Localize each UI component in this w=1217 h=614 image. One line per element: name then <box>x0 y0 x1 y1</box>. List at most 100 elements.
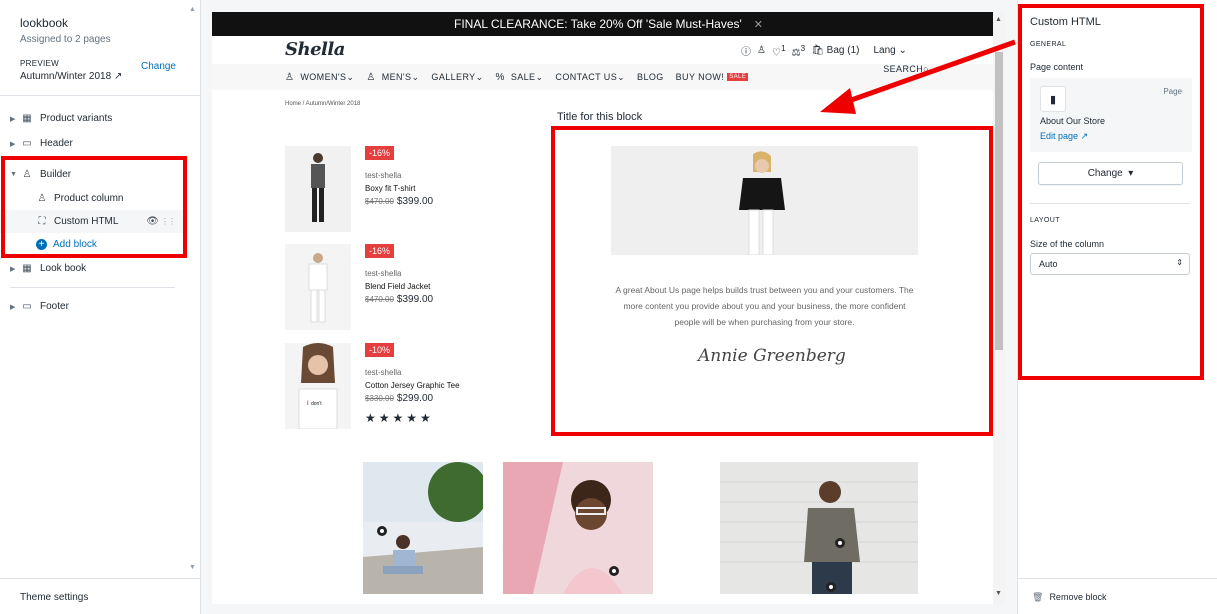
lookbook-image[interactable] <box>363 462 483 594</box>
sidebar-item-label: Look book <box>40 263 87 274</box>
sale-badge: SALE <box>727 73 749 81</box>
product-price: $470.00 $399.00 <box>365 196 433 207</box>
account-icon[interactable]: ♙ <box>757 45 766 56</box>
sidebar-item-label: Product variants <box>40 113 113 124</box>
product-card[interactable]: -16% test-shella Boxy fit T-shirt $470.0… <box>285 146 515 232</box>
lookbook-image[interactable] <box>720 462 918 594</box>
divider <box>10 287 175 288</box>
product-image[interactable] <box>285 146 351 232</box>
remove-block-button[interactable]: 🗑 Remove block <box>1018 578 1217 614</box>
sidebar-scrollbar[interactable]: ▲ ▼ <box>185 0 201 578</box>
caret-right-icon[interactable]: ▶ <box>10 115 18 123</box>
nav-buy-now[interactable]: BUY NOW! SALE <box>676 72 749 82</box>
highlight-builder-box <box>1 156 187 258</box>
trash-icon: 🗑 <box>1032 592 1044 602</box>
sidebar-item-label: Footer <box>40 301 69 312</box>
rating-stars: ★★★★★ <box>365 411 434 425</box>
sidebar-item-header[interactable]: ▶ ▭ Header <box>0 131 185 156</box>
caret-right-icon[interactable]: ▶ <box>10 265 18 273</box>
product-price: $470.00 $399.00 <box>365 294 433 305</box>
discount-badge: -10% <box>365 343 395 357</box>
hotspot-dot[interactable] <box>835 538 845 548</box>
scroll-down-icon[interactable]: ▼ <box>189 564 196 571</box>
template-name: lookbook <box>20 16 69 30</box>
nav-label: BLOG <box>637 72 664 82</box>
close-icon[interactable]: ✕ <box>754 18 763 31</box>
product-name[interactable]: Blend Field Jacket <box>365 282 430 291</box>
compare-icon[interactable]: ⚖3 <box>792 43 806 58</box>
store-logo[interactable]: Shella <box>285 39 345 60</box>
remove-block-label: Remove block <box>1049 592 1107 602</box>
current-price: $399.00 <box>396 294 434 305</box>
highlight-settings-box <box>1018 4 1204 380</box>
change-preview-link[interactable]: Change <box>141 61 176 72</box>
product-vendor: test-shella <box>365 368 402 377</box>
svg-text:don't: don't <box>311 401 322 407</box>
footer-layout-icon: ▭ <box>22 301 32 312</box>
current-price: $399.00 <box>396 196 434 207</box>
product-card[interactable]: Idon't -10% test-shella Cotton Jersey Gr… <box>285 343 515 429</box>
nav-label: MEN'S <box>381 72 412 82</box>
theme-settings-label: Theme settings <box>20 592 89 603</box>
lookbook-image[interactable] <box>503 462 653 594</box>
highlight-preview-box <box>551 126 993 436</box>
sidebar-item-look-book[interactable]: ▶ ▦ Look book <box>0 256 185 281</box>
hotspot-dot[interactable] <box>609 566 619 576</box>
sidebar-item-product-variants[interactable]: ▶ ▦ Product variants <box>0 106 185 131</box>
nav-label: GALLERY <box>431 72 476 82</box>
nav-mens[interactable]: ♙ MEN'S ⌄ <box>366 72 419 83</box>
wishlist-count: 1 <box>780 43 786 53</box>
nav-label: SALE <box>510 72 536 82</box>
announcement-text: FINAL CLEARANCE: Take 20% Off 'Sale Must… <box>453 17 742 31</box>
preview-value-text: Autumn/Winter 2018 <box>20 71 112 82</box>
current-price: $299.00 <box>396 393 434 404</box>
look-book-icon: ▦ <box>22 263 32 274</box>
nav-sale[interactable]: % SALE ⌄ <box>496 72 544 83</box>
assigned-pages: Assigned to 2 pages <box>20 34 111 45</box>
preview-value[interactable]: Autumn/Winter 2018 ↗ <box>20 71 180 82</box>
compare-count: 3 <box>800 43 806 53</box>
scroll-up-icon[interactable]: ▲ <box>189 6 196 13</box>
product-vendor: test-shella <box>365 269 402 278</box>
product-price: $330.00 $299.00 <box>365 393 433 404</box>
help-icon[interactable]: ⓘ <box>741 43 751 58</box>
external-link-icon[interactable]: ↗ <box>114 71 122 82</box>
old-price: $470.00 <box>365 197 394 206</box>
product-name[interactable]: Boxy fit T-shirt <box>365 184 416 193</box>
breadcrumb[interactable]: Home / Autumn/Winter 2018 <box>285 101 360 107</box>
nav-womens[interactable]: ♙ WOMEN'S ⌄ <box>285 72 354 83</box>
nav-label: CONTACT US <box>555 72 618 82</box>
product-image[interactable]: Idon't <box>285 343 351 429</box>
sidebar-header: lookbook Assigned to 2 pages PREVIEW Aut… <box>0 0 200 96</box>
percent-icon: % <box>495 71 505 83</box>
caret-right-icon[interactable]: ▶ <box>10 303 18 311</box>
discount-badge: -16% <box>365 146 395 160</box>
annotation-arrow <box>820 39 1016 114</box>
product-image[interactable] <box>285 244 351 330</box>
theme-settings-button[interactable]: Theme settings <box>0 578 201 614</box>
old-price: $330.00 <box>365 394 394 403</box>
nav-label: WOMEN'S <box>300 72 347 82</box>
product-variants-icon: ▦ <box>22 113 32 124</box>
wishlist-icon[interactable]: ♡1 <box>772 43 786 58</box>
nav-contact[interactable]: CONTACT US ⌄ <box>555 72 625 83</box>
scroll-up-icon[interactable]: ▲ <box>995 16 1002 23</box>
block-title: Title for this block <box>557 111 643 123</box>
shirt-icon: ♙ <box>366 71 376 83</box>
hotspot-dot[interactable] <box>826 582 836 592</box>
discount-badge: -16% <box>365 244 395 258</box>
header-layout-icon: ▭ <box>22 138 32 149</box>
scroll-down-icon[interactable]: ▼ <box>995 590 1002 597</box>
sidebar-item-footer[interactable]: ▶ ▭ Footer <box>0 294 185 319</box>
hotspot-dot[interactable] <box>377 526 387 536</box>
nav-label: BUY NOW! <box>675 72 725 82</box>
product-card[interactable]: -16% test-shella Blend Field Jacket $470… <box>285 244 515 330</box>
dress-icon: ♙ <box>285 71 295 83</box>
product-vendor: test-shella <box>365 171 402 180</box>
product-name[interactable]: Cotton Jersey Graphic Tee <box>365 381 460 390</box>
nav-gallery[interactable]: GALLERY ⌄ <box>431 72 483 83</box>
caret-right-icon[interactable]: ▶ <box>10 140 18 148</box>
nav-blog[interactable]: BLOG <box>637 72 664 82</box>
old-price: $470.00 <box>365 295 394 304</box>
sections-sidebar: lookbook Assigned to 2 pages PREVIEW Aut… <box>0 0 201 614</box>
